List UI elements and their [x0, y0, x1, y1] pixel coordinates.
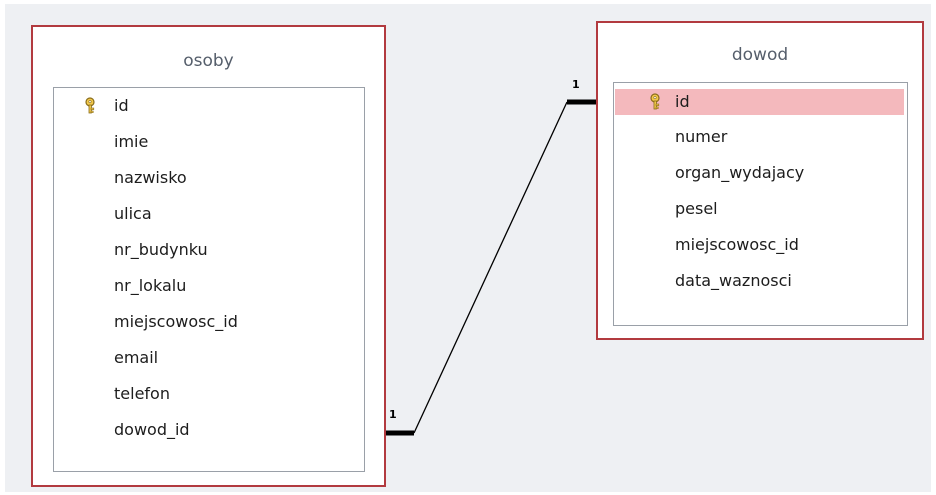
- table-dowod[interactable]: dowod id numer organ_wydajacy pesel miej…: [596, 21, 924, 340]
- field-label: nazwisko: [114, 168, 187, 187]
- field-row[interactable]: miejscowosc_id: [54, 309, 364, 335]
- field-label: organ_wydajacy: [675, 163, 805, 182]
- field-row[interactable]: imie: [54, 129, 364, 155]
- field-label: telefon: [114, 384, 170, 403]
- field-row[interactable]: id: [54, 93, 364, 119]
- field-row[interactable]: email: [54, 345, 364, 371]
- field-row[interactable]: telefon: [54, 381, 364, 407]
- field-row[interactable]: organ_wydajacy: [614, 160, 907, 186]
- field-row[interactable]: nr_lokalu: [54, 273, 364, 299]
- table-osoby[interactable]: osoby id imie nazwisko ulica nr_budynku …: [31, 25, 386, 487]
- cardinality-label-dowod: 1: [572, 78, 580, 91]
- key-icon: [648, 93, 662, 119]
- field-label: nr_lokalu: [114, 276, 187, 295]
- field-row[interactable]: dowod_id: [54, 417, 364, 443]
- field-list-dowod[interactable]: id numer organ_wydajacy pesel miejscowos…: [613, 82, 908, 326]
- field-row[interactable]: nazwisko: [54, 165, 364, 191]
- field-row[interactable]: data_waznosci: [614, 268, 907, 294]
- table-title-osoby[interactable]: osoby: [33, 51, 384, 71]
- field-row[interactable]: pesel: [614, 196, 907, 222]
- relationship-line[interactable]: [413, 101, 568, 434]
- field-label: miejscowosc_id: [675, 235, 799, 254]
- field-row[interactable]: ulica: [54, 201, 364, 227]
- field-label: dowod_id: [114, 420, 190, 439]
- key-icon: [83, 97, 97, 123]
- cardinality-label-osoby: 1: [389, 408, 397, 421]
- field-label: ulica: [114, 204, 152, 223]
- field-label: numer: [675, 127, 728, 146]
- field-label: pesel: [675, 199, 718, 218]
- field-label: data_waznosci: [675, 271, 792, 290]
- table-title-dowod[interactable]: dowod: [598, 45, 922, 65]
- field-label: miejscowosc_id: [114, 312, 238, 331]
- field-label: imie: [114, 132, 149, 151]
- field-label: id: [114, 96, 129, 115]
- field-row[interactable]: id: [615, 89, 904, 115]
- field-list-osoby[interactable]: id imie nazwisko ulica nr_budynku nr_lok…: [53, 87, 365, 472]
- field-label: email: [114, 348, 159, 367]
- field-row[interactable]: nr_budynku: [54, 237, 364, 263]
- field-row[interactable]: numer: [614, 124, 907, 150]
- field-label: nr_budynku: [114, 240, 208, 259]
- field-label: id: [675, 92, 690, 111]
- field-row[interactable]: miejscowosc_id: [614, 232, 907, 258]
